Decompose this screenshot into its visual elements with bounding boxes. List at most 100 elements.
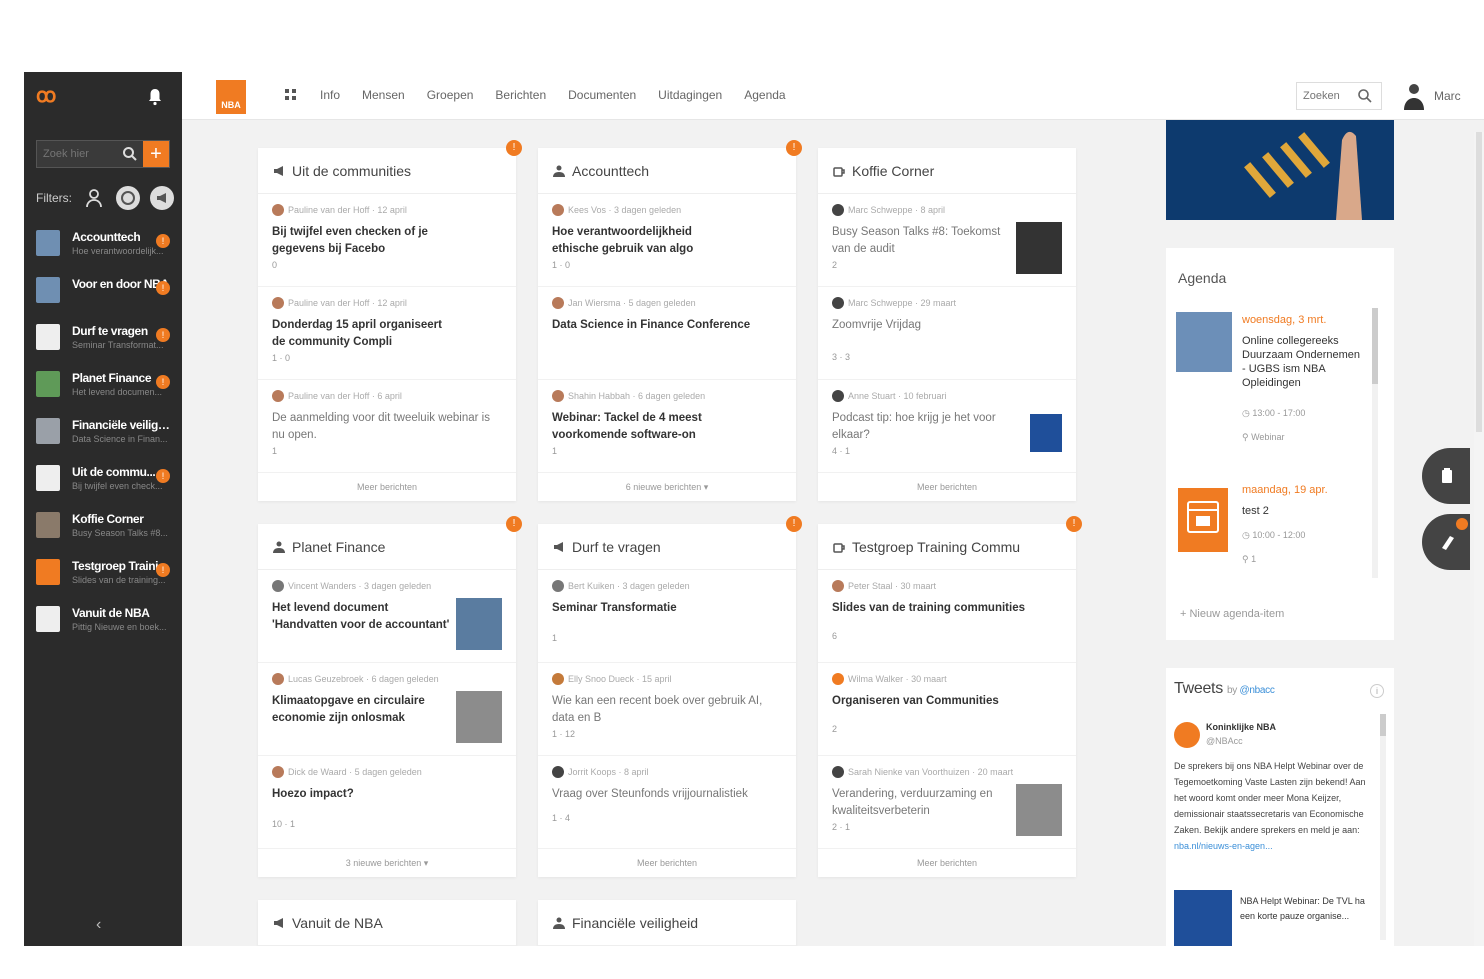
post-title[interactable]: Busy Season Talks #8: Toekomst van de au… bbox=[832, 224, 1012, 258]
post-item[interactable]: Pauline van der Hoff · 12 april Bij twijf… bbox=[258, 194, 516, 287]
sidebar-item-accounttech[interactable]: Accounttech Hoe verantwoordelijk... ! bbox=[24, 230, 182, 277]
more-posts-link[interactable]: Meer berichten bbox=[818, 473, 1076, 501]
more-posts-link[interactable]: Meer berichten bbox=[818, 849, 1076, 877]
tweet-link[interactable]: nba.nl/nieuws-en-agen... bbox=[1174, 841, 1273, 851]
post-title[interactable]: Data Science in Finance Conference bbox=[552, 317, 780, 334]
post-item[interactable]: Elly Snoo Dueck · 15 april Wie kan een re… bbox=[538, 663, 796, 756]
nav-mensen[interactable]: Mensen bbox=[362, 88, 405, 102]
post-title[interactable]: Seminar Transformatie bbox=[552, 600, 732, 617]
nav-agenda[interactable]: Agenda bbox=[744, 88, 785, 102]
post-title[interactable]: Podcast tip: hoe krijg je het voor elkaa… bbox=[832, 410, 1012, 444]
info-icon[interactable]: i bbox=[1370, 684, 1384, 698]
more-posts-link[interactable]: Meer berichten bbox=[538, 849, 796, 877]
tweet-author-handle[interactable]: @NBAcc bbox=[1206, 736, 1243, 746]
sidebar-item-koffie-corner[interactable]: Koffie Corner Busy Season Talks #8... bbox=[24, 512, 182, 559]
filter-group-icon[interactable] bbox=[116, 186, 140, 210]
search-icon[interactable] bbox=[1357, 88, 1373, 104]
post-title[interactable]: Bij twijfel even checken of je gegevens … bbox=[272, 224, 452, 258]
page-scrollbar[interactable] bbox=[1474, 132, 1484, 946]
tweets-scrollbar[interactable] bbox=[1380, 714, 1386, 940]
event-title[interactable]: test 2 bbox=[1242, 504, 1366, 518]
post-item[interactable]: Marc Schweppe · 8 april Busy Season Talks… bbox=[818, 194, 1076, 287]
post-item[interactable]: Pauline van der Hoff · 12 april Donderdag… bbox=[258, 287, 516, 380]
scroll-thumb[interactable] bbox=[1372, 308, 1378, 384]
tweet-author-avatar[interactable] bbox=[1174, 722, 1200, 748]
sidebar-item-uit-de-communities[interactable]: Uit de commu... Bij twijfel even check...… bbox=[24, 465, 182, 512]
post-item[interactable]: Jan Wiersma · 5 dagen geleden Data Scienc… bbox=[538, 287, 796, 380]
post-item[interactable]: Dick de Waard · 5 dagen geleden Hoezo imp… bbox=[258, 756, 516, 849]
scroll-thumb[interactable] bbox=[1380, 714, 1386, 736]
post-item[interactable]: Lucas Geuzebroek · 6 dagen geleden Klimaa… bbox=[258, 663, 516, 756]
collapse-sidebar-button[interactable]: ‹ bbox=[96, 916, 101, 934]
agenda-item[interactable]: woensdag, 3 mrt. Online collegereeks Duu… bbox=[1176, 312, 1368, 462]
post-title[interactable]: Donderdag 15 april organiseert de commun… bbox=[272, 317, 452, 351]
username[interactable]: Marc bbox=[1434, 89, 1461, 103]
filter-megaphone-icon[interactable] bbox=[150, 186, 174, 210]
tweet-card-image[interactable] bbox=[1174, 890, 1232, 946]
post-item[interactable]: Shahin Habbah · 6 dagen geleden Webinar: … bbox=[538, 380, 796, 473]
post-item[interactable]: Anne Stuart · 10 februari Podcast tip: ho… bbox=[818, 380, 1076, 473]
event-title[interactable]: Online collegereeks Duurzaam Ondernemen … bbox=[1242, 334, 1366, 390]
new-agenda-item-button[interactable]: + Nieuw agenda-item bbox=[1180, 608, 1284, 620]
sidebar-search-input[interactable] bbox=[37, 148, 117, 160]
nba-logo[interactable]: NBA bbox=[216, 80, 246, 114]
sidebar-item-financiele-veiligheid[interactable]: Financiële veiligh... Data Science in Fin… bbox=[24, 418, 182, 465]
nav-groepen[interactable]: Groepen bbox=[427, 88, 474, 102]
card-header[interactable]: Accounttech bbox=[538, 148, 796, 194]
post-item[interactable]: Kees Vos · 3 dagen geleden Hoe verantwoor… bbox=[538, 194, 796, 287]
add-button[interactable]: + bbox=[143, 141, 169, 167]
post-item[interactable]: Vincent Wanders · 3 dagen geleden Het lev… bbox=[258, 570, 516, 663]
clipboard-button[interactable] bbox=[1422, 448, 1470, 504]
post-title[interactable]: Het levend document 'Handvatten voor de … bbox=[272, 600, 452, 634]
post-item[interactable]: Wilma Walker · 30 maart Organiseren van C… bbox=[818, 663, 1076, 756]
post-title[interactable]: Klimaatopgave en circulaire economie zij… bbox=[272, 693, 452, 727]
sidebar-item-planet-finance[interactable]: Planet Finance Het levend documen... ! bbox=[24, 371, 182, 418]
scroll-thumb[interactable] bbox=[1476, 132, 1482, 432]
filter-user-icon[interactable] bbox=[82, 186, 106, 210]
card-header[interactable]: Financiële veiligheid bbox=[538, 900, 796, 946]
post-item[interactable]: Peter Staal · 30 maart Slides van de trai… bbox=[818, 570, 1076, 663]
card-header[interactable]: Planet Finance bbox=[258, 524, 516, 570]
top-search[interactable] bbox=[1296, 82, 1382, 110]
post-item[interactable]: Jorrit Koops · 8 april Vraag over Steunfo… bbox=[538, 756, 796, 849]
sidebar-item-testgroep-training[interactable]: Testgroep Trainin... Slides van de traini… bbox=[24, 559, 182, 606]
apps-grid-icon[interactable] bbox=[284, 88, 298, 102]
post-title[interactable]: Zoomvrije Vrijdag bbox=[832, 317, 1012, 334]
nav-documenten[interactable]: Documenten bbox=[568, 88, 636, 102]
nav-uitdagingen[interactable]: Uitdagingen bbox=[658, 88, 722, 102]
post-item[interactable]: Marc Schweppe · 29 maart Zoomvrije Vrijda… bbox=[818, 287, 1076, 380]
user-avatar[interactable] bbox=[1402, 82, 1426, 110]
post-title[interactable]: Vraag over Steunfonds vrijjournalistiek bbox=[552, 786, 780, 803]
agenda-item[interactable]: maandag, 19 apr. test 2 ◷ 10:00 - 12:00 … bbox=[1176, 482, 1368, 582]
post-title[interactable]: Hoezo impact? bbox=[272, 786, 452, 803]
post-title[interactable]: Verandering, verduurzaming en kwaliteits… bbox=[832, 786, 1012, 820]
sidebar-search[interactable]: + bbox=[36, 140, 170, 168]
nav-info[interactable]: Info bbox=[320, 88, 340, 102]
sidebar-item-voor-en-door-nba[interactable]: Voor en door NBA ! bbox=[24, 277, 182, 324]
sidebar-item-vanuit-de-nba[interactable]: Vanuit de NBA Pittig Nieuwe en boek... bbox=[24, 606, 182, 653]
new-posts-link[interactable]: 3 nieuwe berichten ▾ bbox=[258, 849, 516, 877]
post-title[interactable]: Webinar: Tackel de 4 meest voorkomende s… bbox=[552, 410, 732, 444]
app-logo-icon[interactable]: ꝏ bbox=[36, 86, 60, 106]
search-icon[interactable] bbox=[121, 145, 139, 163]
more-posts-link[interactable]: Meer berichten bbox=[258, 473, 516, 501]
card-header[interactable]: Uit de communities bbox=[258, 148, 516, 194]
post-title[interactable]: Wie kan een recent boek over gebruik AI,… bbox=[552, 693, 780, 727]
post-item[interactable]: Bert Kuiken · 3 dagen geleden Seminar Tra… bbox=[538, 570, 796, 663]
post-title[interactable]: Organiseren van Communities bbox=[832, 693, 1060, 710]
card-header[interactable]: Koffie Corner bbox=[818, 148, 1076, 194]
sidebar-item-durf-te-vragen[interactable]: Durf te vragen Seminar Transformat... ! bbox=[24, 324, 182, 371]
post-item[interactable]: Pauline van der Hoff · 6 april De aanmeld… bbox=[258, 380, 516, 473]
rocket-button[interactable] bbox=[1422, 514, 1470, 570]
top-search-input[interactable] bbox=[1297, 90, 1357, 102]
post-title[interactable]: Slides van de training communities bbox=[832, 600, 1060, 617]
tweet-author-name[interactable]: Koninklijke NBA bbox=[1206, 722, 1276, 732]
tweets-handle-link[interactable]: @nbacc bbox=[1240, 685, 1275, 696]
bell-icon[interactable] bbox=[148, 88, 162, 106]
post-title[interactable]: De aanmelding voor dit tweeluik webinar … bbox=[272, 410, 500, 444]
card-header[interactable]: Testgroep Training Commu bbox=[818, 524, 1076, 570]
agenda-scrollbar[interactable] bbox=[1372, 308, 1378, 578]
card-header[interactable]: Durf te vragen bbox=[538, 524, 796, 570]
post-item[interactable]: Sarah Nienke van Voorthuizen · 20 maart V… bbox=[818, 756, 1076, 849]
card-header[interactable]: Vanuit de NBA bbox=[258, 900, 516, 946]
